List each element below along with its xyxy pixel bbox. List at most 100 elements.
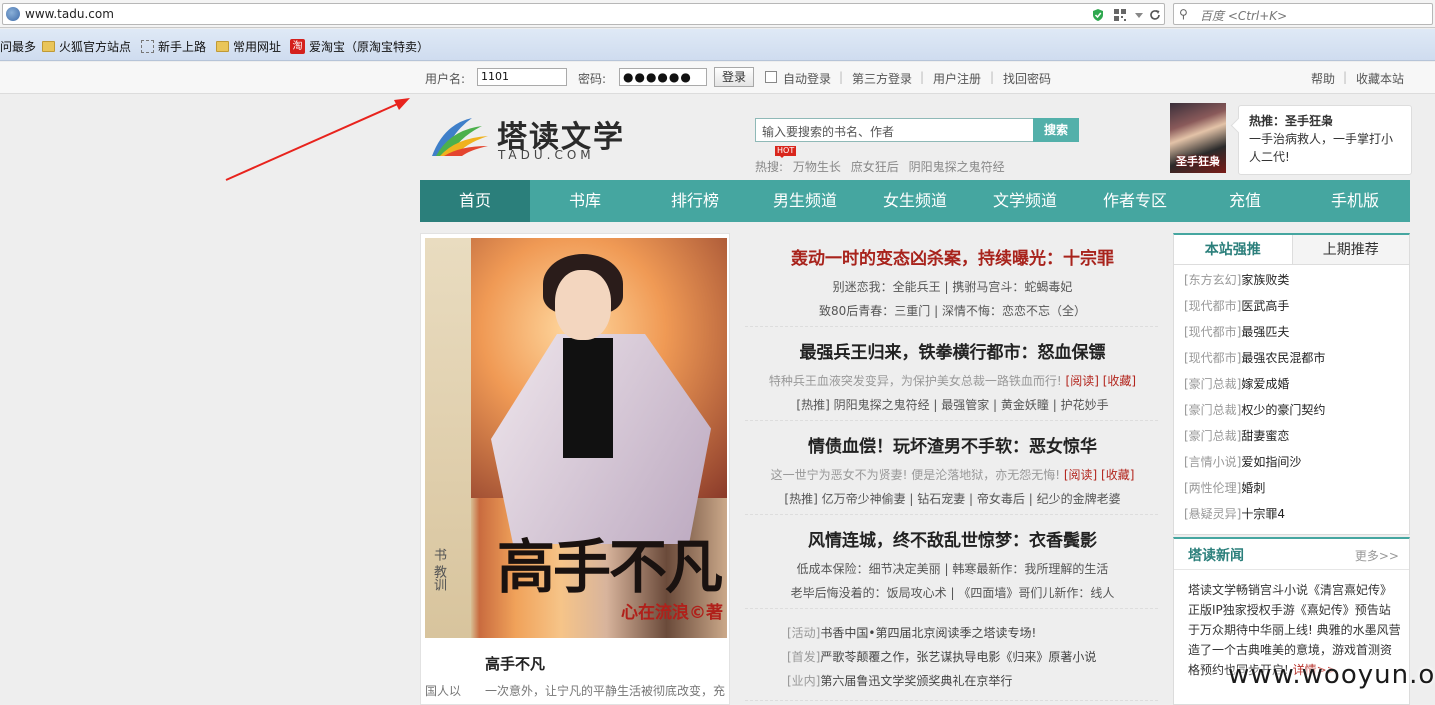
rank-item[interactable]: [言情小说]爱如指间沙: [1184, 453, 1301, 470]
url-text: www.tadu.com: [25, 7, 114, 21]
book-search-input[interactable]: 输入要搜索的书名、作者: [755, 118, 1035, 142]
featured-book-cover[interactable]: 书 教训 高手不凡 心在流浪©著: [425, 238, 727, 638]
folder-icon: [216, 41, 229, 52]
hot-search-list: 热搜: 万物生长 庶女狂后 阴阳鬼探之鬼符经: [755, 158, 1011, 175]
headline-links[interactable]: 老毕后悔没着的：饭局攻心术 | 《四面墙》哥们儿新作：线人: [745, 584, 1160, 601]
nav-mobile[interactable]: 手机版: [1300, 180, 1410, 222]
nav-recharge[interactable]: 充值: [1190, 180, 1300, 222]
username-input[interactable]: 1101: [477, 68, 567, 86]
auto-login-checkbox[interactable]: [765, 71, 777, 83]
reload-icon[interactable]: [1148, 8, 1162, 22]
featured-book-title[interactable]: 高手不凡: [485, 653, 545, 674]
rank-book: 嫁爱成婚: [1241, 377, 1290, 391]
rank-item[interactable]: [豪门总裁]权少的豪门契约: [1184, 401, 1325, 418]
headline-links[interactable]: 低成本保险：细节决定美丽 | 韩寒最新作：我所理解的生活: [745, 560, 1160, 577]
headline-title[interactable]: 情债血偿！玩坏渣男不手软：恶女惊华: [745, 432, 1160, 457]
tadu-logo-icon[interactable]: [430, 116, 490, 162]
news-item[interactable]: [业内]第六届鲁迅文学奖颁奖典礼在京举行: [787, 672, 1012, 689]
help-link[interactable]: 帮助: [1311, 70, 1335, 87]
add-favorite-link[interactable]: 收藏本站: [1356, 70, 1404, 87]
headline-story: 轰动一时的变态凶杀案，持续曝光：十宗罪 别迷恋我：全能兵王 | 携驸马宫斗：蛇蝎…: [745, 244, 1160, 319]
nav-home[interactable]: 首页: [420, 180, 530, 222]
headline-links[interactable]: [热推] 亿万帝少神偷妻 | 钻石宠妻 | 帝女毒后 | 纪少的金牌老婆: [745, 490, 1160, 507]
url-input[interactable]: www.tadu.com: [2, 3, 1165, 25]
nav-literature[interactable]: 文学频道: [970, 180, 1080, 222]
register-link[interactable]: 用户注册: [933, 70, 981, 87]
collect-link[interactable]: [收藏]: [1101, 468, 1134, 482]
headline-title[interactable]: 轰动一时的变态凶杀案，持续曝光：十宗罪: [745, 244, 1160, 269]
tab-last-recommend[interactable]: 上期推荐: [1291, 235, 1409, 264]
headline-desc: 这一世宁为恶女不为贤妻! 便是沦落地狱，亦无怨无悔!: [770, 468, 1061, 482]
recommend-panel: 本站强推 上期推荐 [东方玄幻]家族败类 [现代都市]医武高手 [现代都市]最强…: [1173, 233, 1410, 535]
headline-title[interactable]: 最强兵王归来，铁拳横行都市：怒血保镖: [745, 338, 1160, 363]
hot-search-item[interactable]: 万物生长: [793, 160, 841, 174]
bookmark-firefox[interactable]: 火狐官方站点: [42, 38, 131, 55]
auto-login-label: 自动登录: [783, 72, 832, 86]
nav-female[interactable]: 女生频道: [860, 180, 970, 222]
nav-authors[interactable]: 作者专区: [1080, 180, 1190, 222]
headline-links[interactable]: 致80后青春：三重门 | 深情不悔：恋恋不忘（全）: [745, 302, 1160, 319]
recommend-tabs: 本站强推 上期推荐: [1174, 235, 1409, 265]
rank-item[interactable]: [现代都市]医武高手: [1184, 297, 1289, 314]
rank-book: 家族败类: [1241, 273, 1290, 287]
site-news-more-link[interactable]: 更多>>: [1355, 547, 1399, 564]
rank-item[interactable]: [东方玄幻]家族败类: [1184, 271, 1289, 288]
divider: [745, 420, 1158, 421]
headline-desc-line: 这一世宁为恶女不为贤妻! 便是沦落地狱，亦无怨无悔! [阅读] [收藏]: [745, 466, 1160, 483]
headline-links[interactable]: [热推] 阴阳鬼探之鬼符经 | 最强管家 | 黄金妖瞳 | 护花妙手: [745, 396, 1160, 413]
password-input[interactable]: ●●●●●●: [619, 68, 707, 86]
nav-rankings[interactable]: 排行榜: [640, 180, 750, 222]
read-link[interactable]: [阅读]: [1066, 374, 1099, 388]
watermark: www.wooyun.org: [1228, 660, 1435, 690]
bookmark-aitaobao[interactable]: 淘爱淘宝（原淘宝特卖）: [290, 38, 429, 55]
headline-story: 最强兵王归来，铁拳横行都市：怒血保镖 特种兵王血液突发变异，为保护美女总裁一路铁…: [745, 338, 1160, 413]
cover-author: 心在流浪©著: [621, 603, 723, 623]
rank-category: [现代都市]: [1184, 299, 1242, 313]
headline-story: 情债血偿！玩坏渣男不手软：恶女惊华 这一世宁为恶女不为贤妻! 便是沦落地狱，亦无…: [745, 432, 1160, 507]
browser-search-input[interactable]: ⚲ 百度 <Ctrl+K>: [1173, 3, 1433, 25]
rank-category: [言情小说]: [1184, 455, 1242, 469]
dropdown-arrow-icon[interactable]: [1132, 8, 1146, 22]
bookmark-getting-started[interactable]: 新手上路: [141, 38, 206, 55]
recover-password-link[interactable]: 找回密码: [1003, 70, 1051, 87]
site-logo-domain: TADU.COM: [498, 148, 595, 162]
rank-book: 甜妻蜜恋: [1241, 429, 1290, 443]
cover-figure-shirt: [563, 338, 613, 458]
login-button[interactable]: 登录: [714, 67, 754, 87]
taobao-icon: 淘: [290, 39, 305, 54]
headline-desc: 特种兵王血液突发变异，为保护美女总裁一路铁血而行!: [768, 374, 1062, 388]
divider: [745, 700, 1158, 701]
bookmark-most-visited[interactable]: 问最多: [0, 38, 36, 55]
rank-item[interactable]: [豪门总裁]嫁爱成婚: [1184, 375, 1289, 392]
rank-book: 婚刺: [1241, 481, 1266, 495]
separator: |: [1343, 70, 1348, 84]
read-link[interactable]: [阅读]: [1064, 468, 1097, 482]
shield-icon[interactable]: [1091, 8, 1105, 22]
nav-library[interactable]: 书库: [530, 180, 640, 222]
third-party-login-link[interactable]: 第三方登录: [852, 70, 912, 87]
hot-search-item[interactable]: 阴阳鬼探之鬼符经: [909, 160, 1005, 174]
rank-item[interactable]: [豪门总裁]甜妻蜜恋: [1184, 427, 1289, 444]
site-news-title: 塔读新闻: [1188, 548, 1244, 564]
nav-male[interactable]: 男生频道: [750, 180, 860, 222]
bookmark-common-sites[interactable]: 常用网址: [216, 38, 281, 55]
bookmark-label: 问最多: [0, 40, 37, 54]
rank-item[interactable]: [两性伦理]婚刺: [1184, 479, 1265, 496]
qr-code-icon[interactable]: [1113, 8, 1127, 22]
promo-callout[interactable]: 热推：圣手狂枭 一手治病救人，一手掌打小人二代!: [1238, 105, 1412, 175]
rank-item[interactable]: [现代都市]最强匹夫: [1184, 323, 1289, 340]
book-search-button[interactable]: 搜索: [1033, 118, 1079, 142]
collect-link[interactable]: [收藏]: [1103, 374, 1136, 388]
news-item[interactable]: [活动]书香中国•第四届北京阅读季之塔读专场!: [787, 624, 1036, 641]
rank-item[interactable]: [现代都市]最强农民混都市: [1184, 349, 1325, 366]
headline-links[interactable]: 别迷恋我：全能兵王 | 携驸马宫斗：蛇蝎毒妃: [745, 278, 1160, 295]
news-text: 书香中国•第四届北京阅读季之塔读专场!: [820, 626, 1037, 640]
rank-item[interactable]: [悬疑灵异]十宗罪4: [1184, 505, 1285, 522]
headline-title[interactable]: 风情连城，终不敌乱世惊梦：衣香鬓影: [745, 526, 1160, 551]
promo-book-cover[interactable]: 圣手狂枭: [1170, 103, 1226, 173]
cover-strip-text: 书 教训: [431, 548, 446, 592]
hot-search-item[interactable]: 庶女狂后: [851, 160, 899, 174]
tab-site-recommend[interactable]: 本站强推: [1174, 235, 1292, 264]
rank-category: [悬疑灵异]: [1184, 507, 1242, 521]
news-item[interactable]: [首发]严歌苓颠覆之作，张艺谋执导电影《归来》原著小说: [787, 648, 1096, 665]
